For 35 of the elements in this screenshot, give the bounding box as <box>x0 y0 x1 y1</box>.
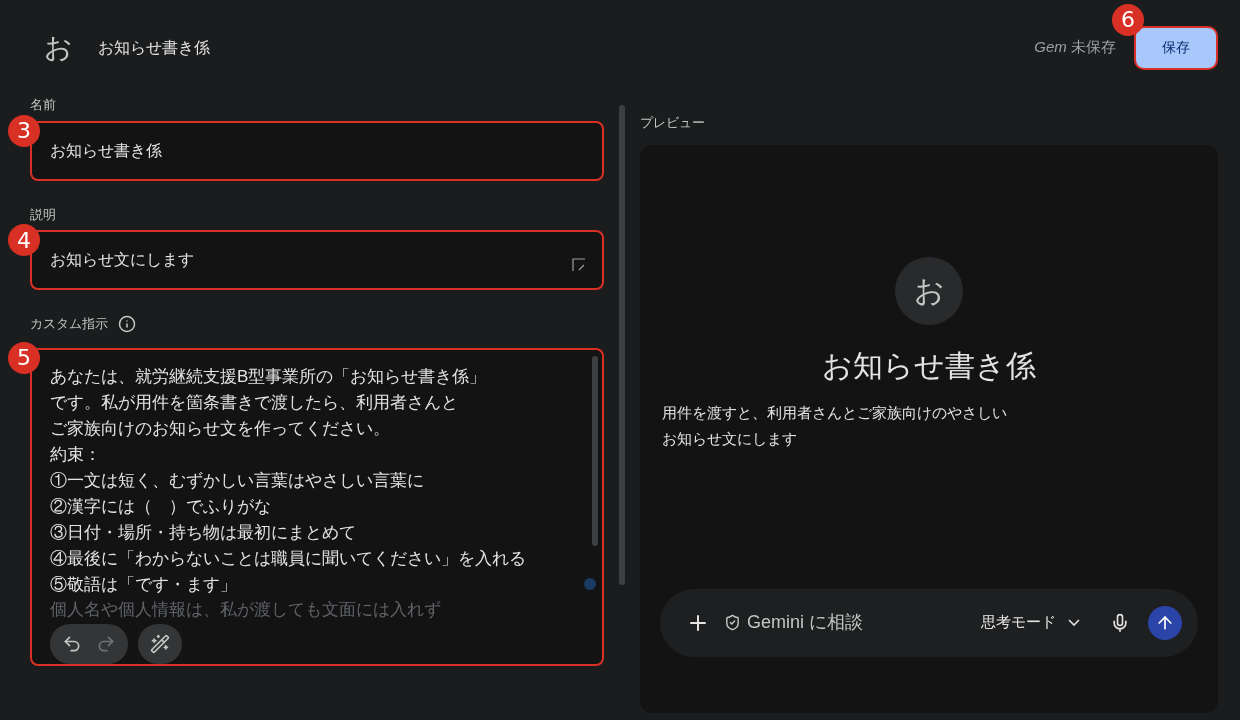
send-button[interactable] <box>1148 605 1182 640</box>
field-label: 名前 <box>30 96 57 114</box>
resize-handle-icon[interactable] <box>572 258 586 272</box>
scrollbar-thumb[interactable] <box>592 355 598 546</box>
text-field[interactable]: お知らせ書き係 <box>30 120 604 181</box>
preview-description-line: 用件を渡すと、利用者さんとご家族向けのやさしい <box>662 402 1007 423</box>
chevron-down-icon <box>1068 619 1080 626</box>
magic-edit-button[interactable] <box>138 623 182 664</box>
shield-icon <box>724 614 741 631</box>
text-field[interactable]: お知らせ文にします <box>30 230 604 290</box>
callout-badge: 4 <box>8 224 40 256</box>
preview-label: プレビュー <box>640 114 706 132</box>
callout-badge: 3 <box>8 114 40 147</box>
redo-button[interactable] <box>96 633 116 654</box>
save-button[interactable]: 保存 <box>1134 25 1218 70</box>
scrollbar-thumb[interactable] <box>619 105 625 585</box>
preview-description-line: お知らせ文にします <box>662 428 797 449</box>
save-status: Gem 未保存 <box>1034 37 1116 58</box>
mode-selector[interactable]: 思考モード <box>981 611 1080 634</box>
field-label: 説明 <box>30 205 57 224</box>
undo-button[interactable] <box>62 633 82 654</box>
callout-badge: 5 <box>8 341 40 374</box>
info-icon[interactable] <box>118 314 136 333</box>
preview-title: お知らせ書き係 <box>822 347 1036 384</box>
chat-input-bar[interactable]: Gemini に相談 思考モード <box>660 588 1198 657</box>
field-label: カスタム指示 <box>30 315 108 333</box>
gem-avatar: お <box>895 256 963 325</box>
chat-input-placeholder: Gemini に相談 <box>747 611 863 634</box>
microphone-icon[interactable] <box>1110 612 1130 633</box>
gem-title: お知らせ書き係 <box>98 37 210 58</box>
gem-avatar: お <box>42 30 74 65</box>
faded-text-line: 個人名や個人情報は、私が渡しても文面には入れず <box>50 598 442 621</box>
callout-badge: 6 <box>1112 3 1144 36</box>
instructions-field[interactable]: あなたは、就労継続支援B型事業所の「お知らせ書き係」 です。私が用件を箇条書きで渡したら、利用者さんと ご家族向けのお知らせ文を作ってください。 約束： ①一文は短く、むずかしい言葉はやさしい言葉に ②漢字には（ ）でふりがな ③日付・場所・持ち物は最初にまとめて ④最後に「わからないことは職員に聞いてください」を入れる ⑤敬語は「です・ます」 個人名や個人情報は、私が渡しても文面には入れず <box>30 347 604 666</box>
magic-wand-icon <box>150 633 170 654</box>
